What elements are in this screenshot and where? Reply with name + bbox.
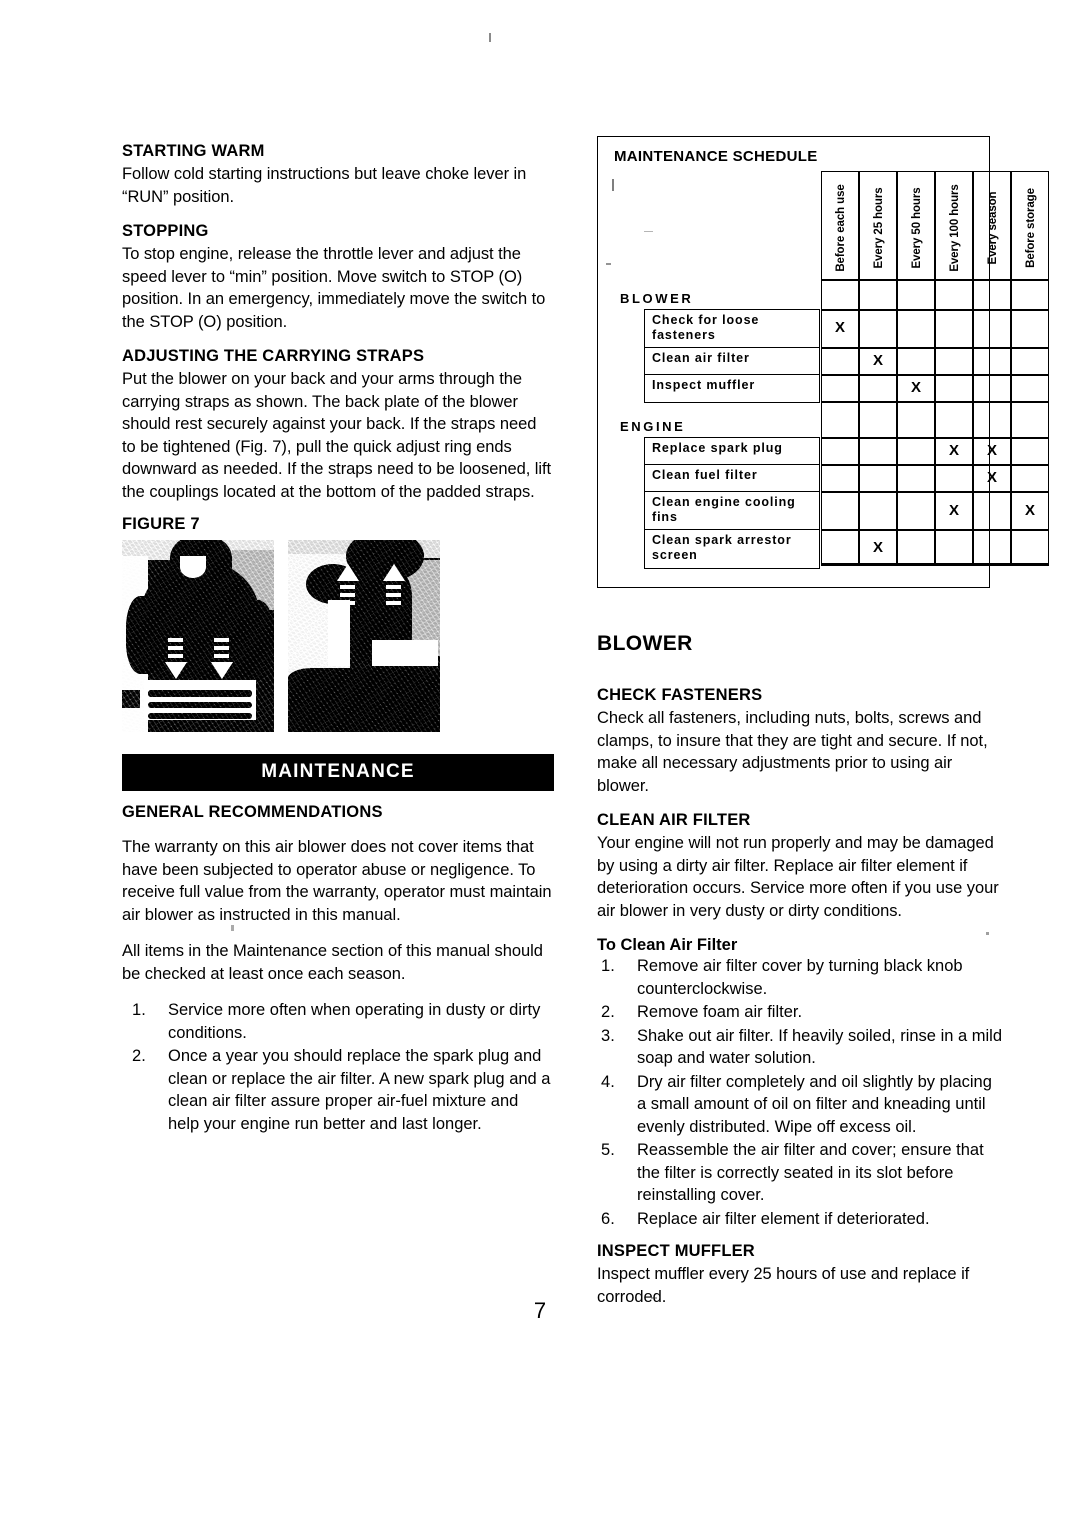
table-row: Clean spark arrestor screen bbox=[652, 533, 792, 562]
scan-grain bbox=[288, 540, 440, 732]
scan-speck bbox=[606, 263, 611, 265]
figure-7 bbox=[122, 540, 470, 732]
scan-speck bbox=[651, 1297, 657, 1299]
schedule-rows-engine: Replace spark plug Clean fuel filter Cle… bbox=[644, 437, 820, 569]
general-paragraph-2: All items in the Maintenance section of … bbox=[122, 942, 543, 983]
photo-straps-tighten bbox=[122, 540, 274, 732]
section-body-clean-air-filter: Your engine will not run properly and ma… bbox=[597, 834, 999, 920]
scan-speck bbox=[231, 925, 234, 931]
column-header-label: Every 25 hours bbox=[873, 187, 885, 269]
section-heading-starting-warm: STARTING WARM bbox=[122, 142, 265, 160]
section-body-check-fasteners: Check all fasteners, including nuts, bol… bbox=[597, 709, 988, 795]
table-row: Inspect muffler bbox=[652, 378, 756, 392]
schedule-mark: X bbox=[911, 379, 922, 396]
page-number: 7 bbox=[533, 1298, 547, 1323]
section-heading-clean-air-filter: CLEAN AIR FILTER bbox=[597, 811, 751, 829]
section-heading-check-fasteners: CHECK FASTENERS bbox=[597, 686, 763, 704]
schedule-mark: X bbox=[987, 469, 998, 486]
schedule-column-every-season: Every season bbox=[973, 171, 1011, 564]
column-header-label: Every 50 hours bbox=[911, 187, 923, 269]
schedule-grid: Before each use Every 25 hours Every 50 … bbox=[604, 171, 1049, 571]
schedule-group-engine: ENGINE bbox=[620, 419, 686, 434]
right-column: MAINTENANCE SCHEDULE Before each use Eve… bbox=[597, 136, 1049, 1322]
column-header-label: Every season bbox=[987, 191, 999, 265]
table-row: Check for loose fasteners bbox=[645, 310, 819, 348]
section-body-starting-warm: Follow cold starting instructions but le… bbox=[122, 165, 527, 206]
schedule-title: MAINTENANCE SCHEDULE bbox=[614, 148, 818, 165]
list-item: Remove foam air filter. bbox=[601, 1001, 803, 1023]
schedule-mark: X bbox=[873, 352, 884, 369]
table-row: Clean fuel filter bbox=[645, 465, 819, 492]
general-paragraph-1: The warranty on this air blower does not… bbox=[122, 838, 552, 924]
schedule-mark: X bbox=[835, 319, 846, 336]
maintenance-banner: MAINTENANCE bbox=[122, 754, 554, 791]
right-column-title-blower: BLOWER bbox=[597, 632, 693, 655]
scan-speck bbox=[644, 231, 653, 232]
schedule-column-before-each-use: Before each use bbox=[821, 171, 859, 564]
section-heading-adjusting-straps: ADJUSTING THE CARRYING STRAPS bbox=[122, 347, 425, 365]
table-row: Replace spark plug bbox=[645, 438, 819, 465]
list-item: Dry air filter completely and oil slight… bbox=[601, 1071, 992, 1136]
maintenance-schedule-box: MAINTENANCE SCHEDULE Before each use Eve… bbox=[597, 136, 1049, 588]
section-body-stopping: To stop engine, release the throttle lev… bbox=[122, 245, 546, 331]
schedule-column-every-50-hours: Every 50 hours bbox=[897, 171, 935, 564]
schedule-mark: X bbox=[1025, 502, 1036, 519]
schedule-group-blower: BLOWER bbox=[620, 291, 694, 306]
column-header-label: Before storage bbox=[1025, 188, 1037, 268]
section-body-adjusting-straps: Put the blower on your back and your arm… bbox=[122, 370, 552, 501]
list-item: Remove air filter cover by turning black… bbox=[601, 955, 963, 998]
section-heading-inspect-muffler: INSPECT MUFFLER bbox=[597, 1242, 755, 1260]
column-header-label: Before each use bbox=[835, 184, 847, 272]
list-item: Shake out air filter. If heavily soiled,… bbox=[601, 1025, 1003, 1068]
arrow-down-left bbox=[164, 638, 187, 679]
list-item: Replace air filter element if deteriorat… bbox=[601, 1208, 930, 1230]
list-item: Reassemble the air filter and cover; ens… bbox=[601, 1139, 984, 1204]
photo-straps-loosen bbox=[288, 540, 440, 732]
arrow-up-right bbox=[382, 564, 405, 609]
list-item: Service more often when operating in dus… bbox=[132, 999, 541, 1042]
list-item: Once a year you should replace the spark… bbox=[132, 1045, 551, 1133]
scan-speck bbox=[489, 33, 491, 42]
clean-air-filter-steps: Remove air filter cover by turning black… bbox=[597, 955, 1002, 1230]
left-column: STARTING WARM Follow cold starting instr… bbox=[122, 142, 554, 1147]
schedule-rows-blower: Check for loose fasteners Clean air filt… bbox=[644, 309, 820, 403]
column-header-label: Every 100 hours bbox=[949, 184, 961, 272]
general-recommendations-list: Service more often when operating in dus… bbox=[122, 999, 554, 1135]
scan-speck bbox=[612, 179, 614, 191]
subheading-to-clean-air-filter: To Clean Air Filter bbox=[597, 936, 738, 954]
table-row: Clean air filter bbox=[645, 348, 819, 375]
scan-grain bbox=[122, 540, 274, 732]
section-heading-stopping: STOPPING bbox=[122, 222, 209, 240]
schedule-mark: X bbox=[949, 442, 960, 459]
arrow-up-left bbox=[336, 564, 359, 609]
table-row: Clean engine cooling fins bbox=[645, 492, 819, 530]
section-heading-general-recommendations: GENERAL RECOMMENDATIONS bbox=[122, 803, 383, 821]
schedule-mark: X bbox=[873, 539, 884, 556]
figure-label: FIGURE 7 bbox=[122, 515, 200, 533]
schedule-mark: X bbox=[987, 442, 998, 459]
manual-page: STARTING WARM Follow cold starting instr… bbox=[0, 0, 1080, 1537]
arrow-down-right bbox=[210, 638, 233, 679]
scan-speck bbox=[986, 932, 989, 935]
schedule-mark: X bbox=[949, 502, 960, 519]
